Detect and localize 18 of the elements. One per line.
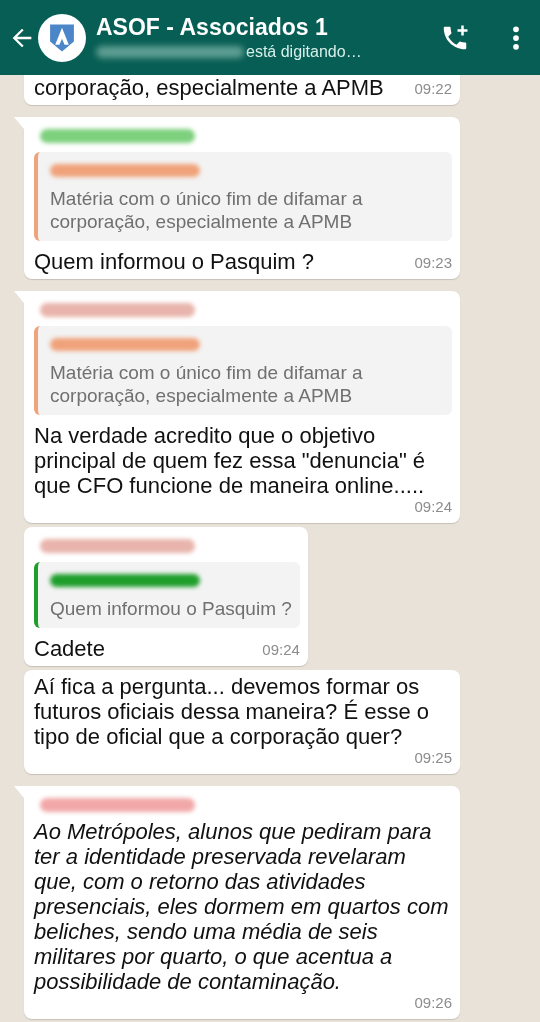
quoted-text: Matéria com o único fim de difamar a corporação, especialmente a APMB [50,187,364,233]
message-text: Na verdade acredito que o objetivo principal de quem fez essa "denuncia" é que CFO funcione de maneira online..... [34,423,427,498]
group-avatar[interactable] [38,13,86,62]
message-time: 09:22 [414,80,452,99]
typing-status: está digitando… [246,41,362,62]
message-text: Ao Metrópoles, alunos que pediram para ter a identidade preservada revelaram que, com o retorno das atividades presenciais, eles dormem em quartos com beliches, sendo uma média de seis militares por quarto, o que acentua a possibilidade de contaminação. [34,819,450,994]
message-text: Cadete [34,636,105,661]
message-time: 09:25 [414,749,452,768]
message-text: corporação, especialmente a APMB [34,75,384,100]
quoted-text: Matéria com o único fim de difamar a corporação, especialmente a APMB [50,361,364,407]
message-text: Quem informou o Pasquim ? [34,249,315,274]
message-time: 09:24 [414,498,452,517]
message-time: 09:24 [262,641,300,660]
quoted-text: Quem informou o Pasquim ? [50,597,292,620]
message-time: 09:26 [414,994,452,1013]
message-text: Aí fica a pergunta... devemos formar os futuros oficiais dessa maneira? É esse o tipo de oficial que a corporação quer? [34,674,430,749]
chat-title[interactable]: ASOF - Associados 1 [96,12,440,41]
message-time: 09:23 [414,254,452,273]
